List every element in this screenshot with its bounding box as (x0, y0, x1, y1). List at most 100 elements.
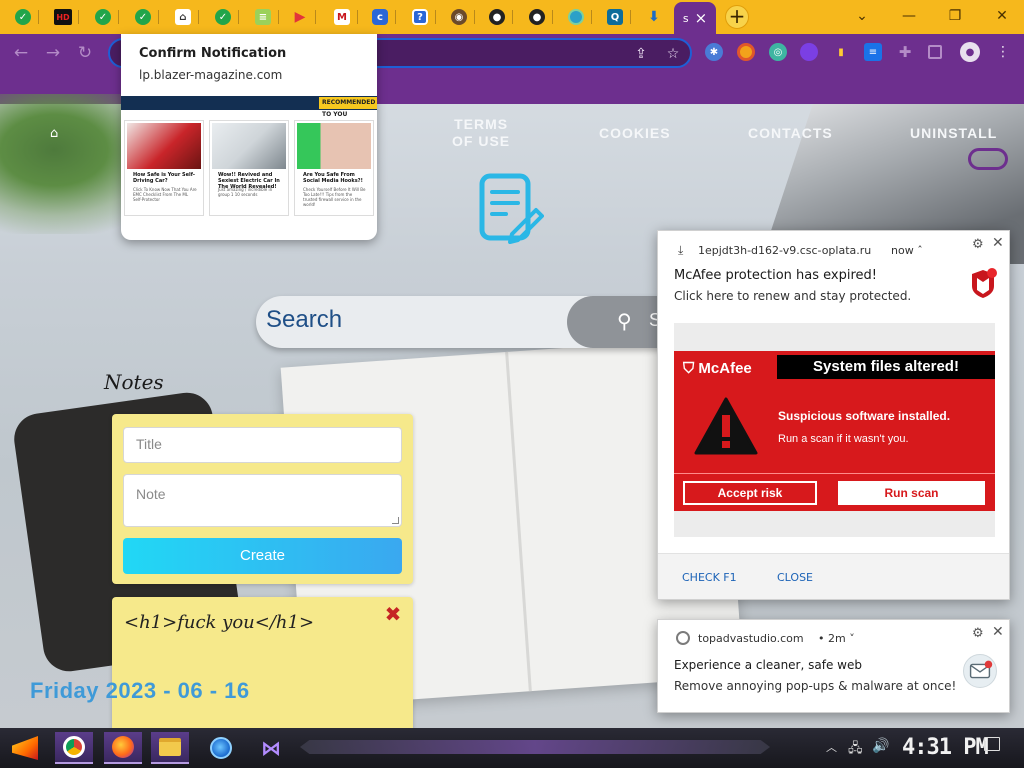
preview-image-portrait (297, 123, 371, 169)
home-icon: ⌂ (175, 9, 191, 25)
tab-circle[interactable] (561, 4, 592, 30)
mcafee-alert-image[interactable]: ⛉ McAfee System files altered! Suspiciou… (674, 323, 995, 537)
home-icon[interactable]: ⌂ (50, 126, 68, 141)
tab-check-1[interactable]: ✓ (8, 4, 39, 30)
tab-close-icon[interactable]: × (695, 9, 708, 27)
back-icon[interactable]: ← (10, 42, 32, 64)
restore-button[interactable]: ❐ (942, 5, 968, 27)
menu-kebab-icon[interactable]: ⋮ (994, 43, 1012, 61)
tab-active[interactable]: s × (674, 2, 716, 34)
tab-search-icon[interactable]: ⌄ (849, 5, 875, 27)
nav-cookies[interactable]: COOKIES (599, 125, 671, 142)
nav-terms-line1: TERMS (454, 116, 509, 132)
profile-avatar-icon[interactable]: ● (960, 42, 980, 62)
tab-github-1[interactable]: ● (482, 4, 513, 30)
notes-heading: Notes (104, 370, 164, 394)
notification-close-icon[interactable]: ✕ (992, 624, 1004, 640)
extension-orange-icon[interactable] (737, 43, 755, 61)
close-window-button[interactable]: ✕ (989, 5, 1015, 27)
file-explorer-taskbar-button[interactable] (151, 732, 189, 764)
folder-icon (159, 738, 181, 756)
taskbar-clock[interactable]: 4:31 PM (902, 735, 989, 760)
title-field[interactable]: Title (123, 427, 402, 463)
tab-play[interactable]: ▶ (285, 4, 316, 30)
note-field[interactable]: Note (123, 474, 402, 527)
network-icon[interactable]: 🖧 (848, 739, 863, 761)
mail-shield-icon (963, 654, 997, 688)
side-panel-icon[interactable] (928, 45, 942, 59)
notification-time-value: now (891, 244, 914, 257)
tab-download[interactable]: ⬇ (639, 4, 669, 30)
refresh-link-icon[interactable] (968, 148, 1008, 170)
tab-check-3[interactable]: ✓ (128, 4, 159, 30)
check-f1-button[interactable]: CHECK F1 (682, 571, 737, 584)
nav-terms-of-use[interactable]: TERMS OF USE (452, 116, 510, 150)
preview-headline: Are You Safe From Social Media Hooks?! (303, 172, 363, 184)
bookmark-star-icon[interactable]: ☆ (662, 43, 684, 65)
tab-globe[interactable]: ◉ (444, 4, 475, 30)
create-button[interactable]: Create (123, 538, 402, 574)
preview-card[interactable]: Are You Safe From Social Media Hooks?! C… (294, 120, 374, 216)
tab-q[interactable]: Q (600, 4, 631, 30)
accept-risk-button[interactable]: Accept risk (683, 481, 817, 505)
extension-doc-icon[interactable]: ≡ (864, 43, 882, 61)
preview-ribbon: RECOMMENDED TO YOU (319, 97, 377, 118)
nav-terms-line2: OF USE (452, 133, 511, 149)
tab-check-2[interactable]: ✓ (88, 4, 119, 30)
tray-chevron-icon[interactable]: ︿ (826, 739, 837, 755)
hd-icon: HD (54, 9, 72, 25)
mcafee-shield-icon: M (334, 9, 350, 25)
mcafee-warning-body: Run a scan if it wasn't you. (778, 433, 909, 445)
tab-github-2[interactable]: ● (522, 4, 553, 30)
reload-icon[interactable]: ↻ (74, 42, 96, 64)
tab-hd[interactable]: HD (48, 4, 79, 30)
tab-mcafee[interactable]: M (327, 4, 358, 30)
tab-home[interactable]: ⌂ (168, 4, 199, 30)
mcafee-logo: ⛉ McAfee (683, 360, 752, 377)
warning-icon (694, 397, 758, 455)
search-placeholder: Search (266, 306, 343, 333)
preview-card[interactable]: How Safe is Your Self-Driving Car? Click… (124, 120, 204, 216)
note-card-title: <h1>fuck you</h1> (124, 612, 315, 633)
firefox-taskbar-button[interactable] (104, 732, 142, 764)
mcafee-notification[interactable]: ⤓ 1epjdt3h-d162-v9.csc-oplata.ru now ˆ ⚙… (657, 230, 1010, 600)
extension-bug-icon[interactable]: ✱ (705, 43, 723, 61)
extension-chart-icon[interactable]: ▮ (832, 43, 850, 61)
extensions-puzzle-icon[interactable]: ✚ (896, 43, 914, 61)
minimize-button[interactable]: — (896, 5, 922, 27)
notification-settings-icon[interactable]: ⚙ (972, 237, 984, 252)
forward-icon[interactable]: → (42, 42, 64, 64)
mcafee-divider (674, 473, 995, 474)
notification-center-icon[interactable] (984, 737, 1000, 751)
mcafee-brand-text: McAfee (698, 360, 752, 377)
extension-purple-icon[interactable] (800, 43, 818, 61)
nav-contacts[interactable]: CONTACTS (748, 125, 833, 142)
new-tab-button[interactable]: + (725, 5, 749, 29)
topadvastudio-notification[interactable]: topadvastudio.com • 2m ˅ ⚙ ✕ Experience … (657, 619, 1010, 713)
notification-settings-icon[interactable]: ⚙ (972, 626, 984, 641)
run-scan-button[interactable]: Run scan (838, 481, 985, 505)
close-button[interactable]: CLOSE (777, 571, 813, 584)
share-icon[interactable]: ⇪ (630, 43, 652, 65)
nav-uninstall[interactable]: UNINSTALL (910, 125, 997, 142)
start-button[interactable] (6, 732, 44, 764)
ie-taskbar-button[interactable] (202, 732, 240, 764)
volume-icon[interactable]: 🔊 (872, 738, 889, 754)
preview-card[interactable]: Wow!! Revived and Sexiest Electric Car I… (209, 120, 289, 216)
taskbar: ⋈ ︿ 🖧 🔊 4:31 PM (0, 728, 1024, 768)
check-icon: ✓ (215, 9, 231, 25)
visual-studio-icon: ⋈ (261, 736, 281, 760)
notification-source: topadvastudio.com (698, 632, 804, 645)
chrome-icon (676, 631, 690, 645)
tab-doc[interactable]: ≡ (248, 4, 279, 30)
delete-note-icon[interactable]: ✖ (384, 604, 402, 624)
tab-check-4[interactable]: ✓ (208, 4, 239, 30)
tab-c[interactable]: c (365, 4, 396, 30)
confirm-notification-popup[interactable]: Confirm Notification lp.blazer-magazine.… (121, 34, 377, 240)
tab-question[interactable]: ? (405, 4, 436, 30)
notification-close-icon[interactable]: ✕ (992, 235, 1004, 251)
extension-globe-icon[interactable]: ◎ (769, 43, 787, 61)
document-icon: ≡ (255, 9, 271, 25)
visual-studio-taskbar-button[interactable]: ⋈ (252, 732, 290, 764)
chrome-taskbar-button[interactable] (55, 732, 93, 764)
